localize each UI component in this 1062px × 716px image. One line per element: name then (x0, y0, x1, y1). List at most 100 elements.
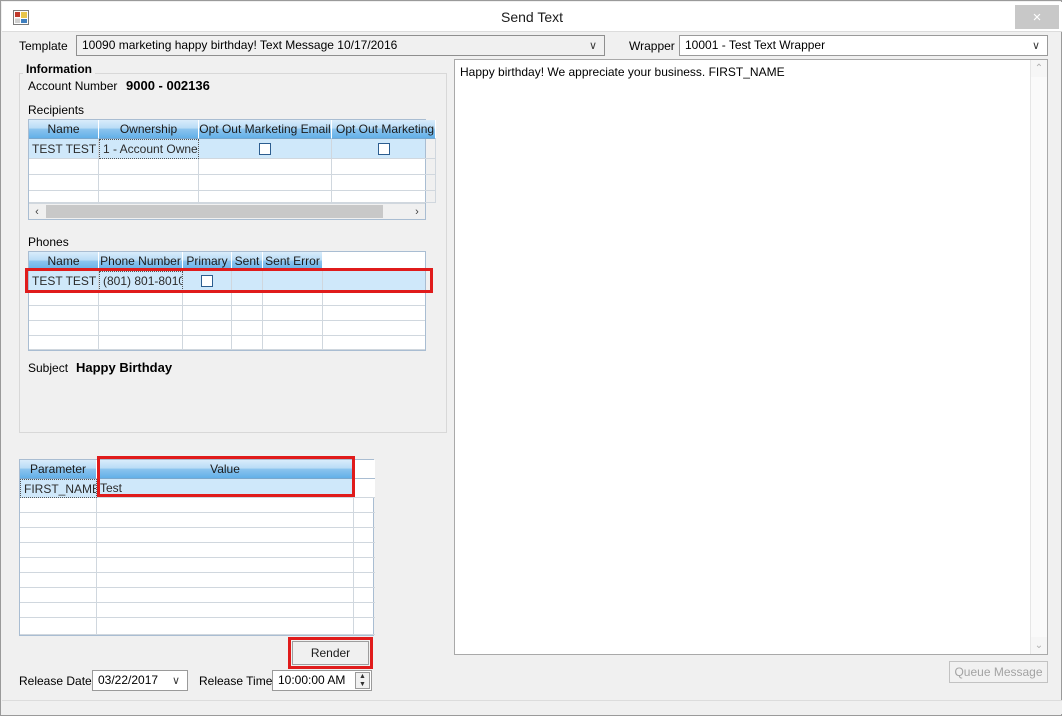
parameters-grid[interactable]: Parameter Value FIRST_NAME Test (19, 459, 375, 636)
time-spinner-buttons[interactable]: ▲ ▼ (355, 672, 370, 689)
parameters-cell-empty[interactable] (97, 498, 354, 513)
recipients-cell-opt-out-marketing-email[interactable] (199, 139, 332, 159)
parameters-cell-empty[interactable] (20, 528, 97, 543)
phones-cell-sent-error[interactable] (263, 271, 323, 291)
preview-vertical-scrollbar[interactable]: ⌃ ⌄ (1030, 60, 1047, 654)
parameters-cell-empty[interactable] (354, 528, 375, 543)
scrollbar-thumb[interactable] (46, 205, 383, 218)
parameters-cell-empty[interactable] (354, 558, 375, 573)
parameters-col-value[interactable]: Value (97, 460, 354, 479)
phones-cell-empty[interactable] (99, 291, 183, 306)
phones-cell-empty[interactable] (29, 291, 99, 306)
phones-col-sent[interactable]: Sent (232, 252, 263, 271)
phones-cell-empty[interactable] (29, 321, 99, 336)
recipients-col-name[interactable]: Name (29, 120, 99, 139)
phones-col-sent-error[interactable]: Sent Error (263, 252, 323, 271)
parameters-cell-empty[interactable] (97, 558, 354, 573)
phones-cell-blank[interactable] (323, 271, 425, 291)
scroll-up-icon[interactable]: ⌃ (1031, 60, 1047, 77)
parameters-cell-empty[interactable] (20, 498, 97, 513)
recipients-cell-empty[interactable] (332, 191, 436, 203)
release-date-picker[interactable]: 03/22/2017 ∨ (92, 670, 188, 691)
message-preview-text[interactable]: Happy birthday! We appreciate your busin… (460, 65, 1025, 80)
parameters-cell-empty[interactable] (20, 513, 97, 528)
phones-cell-empty[interactable] (99, 336, 183, 350)
phones-cell-empty[interactable] (323, 306, 425, 321)
render-button[interactable]: Render (292, 641, 369, 665)
table-row[interactable]: FIRST_NAME Test (20, 479, 375, 498)
table-row[interactable] (29, 291, 425, 306)
phones-cell-empty[interactable] (99, 321, 183, 336)
recipients-horizontal-scrollbar[interactable]: ‹ › (29, 203, 425, 219)
phones-cell-empty[interactable] (99, 306, 183, 321)
table-row[interactable] (20, 498, 375, 513)
primary-checkbox[interactable] (201, 274, 213, 287)
parameters-cell-empty[interactable] (20, 588, 97, 603)
message-preview-panel[interactable]: Happy birthday! We appreciate your busin… (454, 59, 1048, 655)
parameters-cell-empty[interactable] (354, 573, 375, 588)
phones-cell-empty[interactable] (232, 321, 263, 336)
parameters-cell-empty[interactable] (20, 543, 97, 558)
recipients-cell-opt-out-marketing[interactable] (332, 139, 436, 159)
phones-cell-empty[interactable] (29, 336, 99, 350)
parameters-cell-value[interactable]: Test (97, 479, 354, 498)
recipients-cell-ownership[interactable]: 1 - Account Owner (99, 139, 199, 159)
recipients-cell-empty[interactable] (29, 191, 99, 203)
phones-cell-sent[interactable] (232, 271, 263, 291)
parameters-cell-empty[interactable] (354, 618, 375, 635)
chevron-down-icon[interactable]: ∨ (169, 671, 183, 690)
recipients-col-opt-out-marketing-email[interactable]: Opt Out Marketing Email (199, 120, 332, 139)
parameters-cell-empty[interactable] (97, 528, 354, 543)
parameters-cell-empty[interactable] (20, 558, 97, 573)
parameters-col-parameter[interactable]: Parameter (20, 460, 97, 479)
recipients-cell-empty[interactable] (199, 191, 332, 203)
recipients-cell-empty[interactable] (29, 175, 99, 191)
recipients-cell-empty[interactable] (332, 175, 436, 191)
table-row[interactable] (20, 588, 375, 603)
recipients-cell-empty[interactable] (29, 159, 99, 175)
phones-cell-empty[interactable] (263, 291, 323, 306)
opt-out-marketing-checkbox[interactable] (377, 142, 390, 155)
parameters-cell-empty[interactable] (97, 603, 354, 618)
table-row[interactable] (20, 603, 375, 618)
parameters-cell-blank[interactable] (354, 479, 375, 498)
phones-cell-name[interactable]: TEST TEST (29, 271, 99, 291)
parameters-cell-empty[interactable] (354, 513, 375, 528)
table-row[interactable]: TEST TEST 1 - Account Owner (29, 139, 436, 159)
recipients-col-ownership[interactable]: Ownership (99, 120, 199, 139)
phones-col-primary[interactable]: Primary (183, 252, 232, 271)
template-combobox[interactable]: 10090 marketing happy birthday! Text Mes… (76, 35, 605, 56)
parameters-cell-empty[interactable] (20, 603, 97, 618)
table-row[interactable] (29, 321, 425, 336)
parameters-cell-empty[interactable] (97, 543, 354, 558)
parameters-cell-empty[interactable] (20, 573, 97, 588)
parameters-cell-empty[interactable] (20, 618, 97, 635)
opt-out-marketing-email-checkbox[interactable] (259, 142, 271, 155)
phones-cell-empty[interactable] (183, 291, 232, 306)
phones-cell-empty[interactable] (29, 306, 99, 321)
parameters-cell-empty[interactable] (97, 618, 354, 635)
table-row[interactable] (20, 528, 375, 543)
spinner-up-icon[interactable]: ▲ (356, 673, 369, 681)
recipients-cell-empty[interactable] (99, 175, 199, 191)
table-row[interactable] (29, 175, 436, 191)
phones-cell-empty[interactable] (183, 306, 232, 321)
phones-cell-empty[interactable] (323, 321, 425, 336)
scroll-right-icon[interactable]: › (409, 204, 425, 219)
phones-cell-empty[interactable] (323, 336, 425, 350)
phones-col-name[interactable]: Name (29, 252, 99, 271)
spinner-down-icon[interactable]: ▼ (356, 681, 369, 689)
parameters-cell-empty[interactable] (354, 588, 375, 603)
table-row[interactable] (20, 513, 375, 528)
table-row[interactable] (29, 336, 425, 350)
table-row[interactable] (20, 618, 375, 635)
phones-cell-phone-number[interactable]: (801) 801-8010 (99, 271, 183, 291)
recipients-grid[interactable]: Name Ownership Opt Out Marketing Email O… (28, 119, 436, 220)
close-icon[interactable]: × (1015, 5, 1059, 29)
recipients-cell-empty[interactable] (99, 191, 199, 203)
parameters-cell-empty[interactable] (97, 513, 354, 528)
recipients-cell-name[interactable]: TEST TEST (29, 139, 99, 159)
parameters-col-blank[interactable] (354, 460, 375, 479)
phones-cell-empty[interactable] (323, 291, 425, 306)
parameters-cell-empty[interactable] (354, 603, 375, 618)
